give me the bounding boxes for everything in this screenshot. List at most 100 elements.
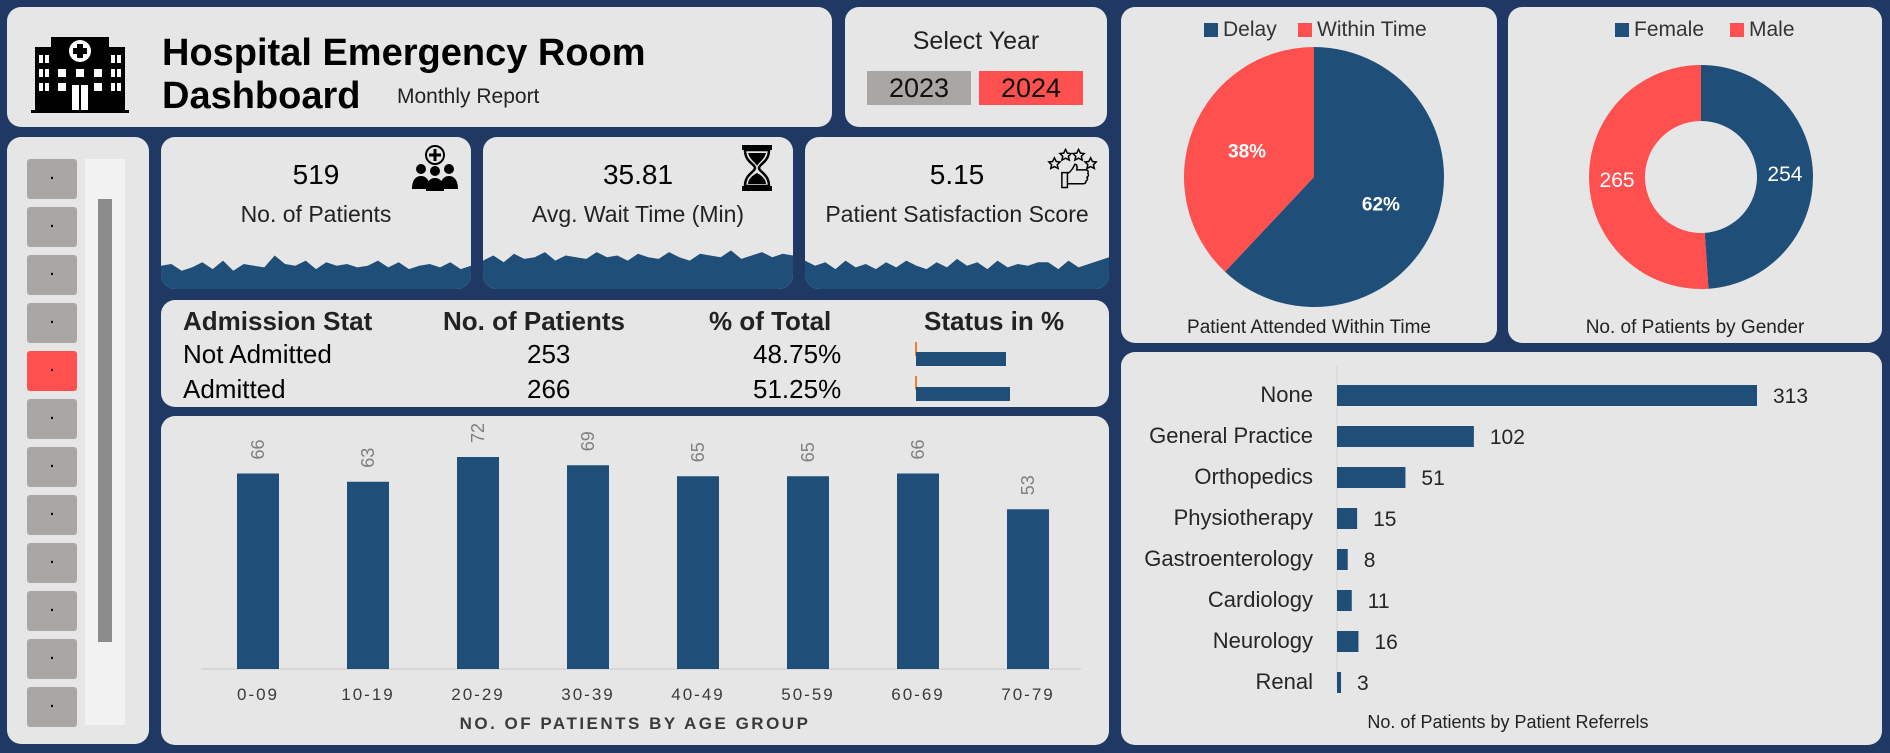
age-category-label: 10-19 — [341, 685, 394, 704]
pie-legend: Delay Within Time — [1204, 18, 1427, 41]
age-bar-70-79 — [1007, 509, 1049, 669]
referral-value-label: 16 — [1374, 631, 1397, 654]
month-slicer-item[interactable]: . — [27, 303, 77, 343]
kpi-wait-time-sparkline — [483, 250, 793, 289]
referral-category-label: Orthopedics — [1194, 464, 1313, 489]
referral-bar — [1337, 672, 1342, 693]
title-panel: Hospital Emergency Room Dashboard Monthl… — [7, 7, 832, 127]
attended-within-time-panel: Delay Within Time 62% 38% Patient Attende… — [1121, 7, 1497, 343]
referral-bar — [1337, 467, 1406, 488]
donut-chart-title: No. of Patients by Gender — [1586, 317, 1805, 338]
slice-value-label: 38% — [1228, 141, 1266, 162]
kpi-patients-sparkline-area — [161, 255, 471, 289]
patients-group-icon — [412, 145, 458, 191]
slice-value-label: 62% — [1362, 195, 1400, 216]
year-button-2023[interactable]: 2023 — [867, 71, 971, 105]
donut-legend: Female Male — [1615, 18, 1795, 41]
age-category-label: 40-49 — [671, 685, 724, 704]
age-bar-value-label: 72 — [468, 423, 488, 443]
age-bar-0-09 — [237, 473, 279, 669]
age-bar-50-59 — [787, 476, 829, 669]
referral-category-label: Cardiology — [1208, 587, 1313, 612]
referral-value-label: 8 — [1364, 549, 1376, 572]
kpi-patients-sparkline — [161, 255, 471, 289]
row-not-admitted-pct: 48.75% — [753, 339, 842, 369]
referral-category-label: General Practice — [1149, 423, 1313, 448]
row-not-admitted-databar — [916, 352, 1006, 366]
col-header-admission-status: Admission Stat — [183, 306, 373, 336]
age-category-label: 0-09 — [237, 685, 279, 704]
kpi-satisfaction-sparkline — [805, 257, 1109, 289]
slicer-scrollbar-thumb[interactable] — [98, 199, 112, 642]
patient-referrals-bar-chart: None 313 General Practice 102 Orthopedics 51 P… — [1144, 366, 1808, 732]
age-category-label: 60-69 — [891, 685, 944, 704]
kpi-patients-label: No. of Patients — [240, 201, 392, 227]
row-not-admitted-status: Not Admitted — [183, 339, 332, 369]
row-admitted-status: Admitted — [183, 374, 286, 404]
col-header-status-pct: Status in % — [924, 306, 1065, 336]
age-chart-title: NO. OF PATIENTS BY AGE GROUP — [460, 714, 811, 733]
kpi-card-satisfaction: 5.15 Patient Satisfaction Score — [805, 137, 1109, 289]
age-bar-value-label: 66 — [908, 439, 928, 459]
referrals-chart-title: No. of Patients by Patient Referrels — [1367, 712, 1648, 732]
pie-chart-title: Patient Attended Within Time — [1187, 317, 1431, 338]
referral-bar — [1337, 549, 1348, 570]
referral-value-label: 15 — [1373, 508, 1396, 531]
age-bar-60-69 — [897, 473, 939, 669]
kpi-wait-time-label: Avg. Wait Time (Min) — [531, 201, 745, 227]
month-slicer-item[interactable]: . — [27, 591, 77, 631]
month-slicer-item[interactable]: . — [27, 543, 77, 583]
legend-swatch-male — [1730, 23, 1744, 37]
age-bar-value-label: 65 — [688, 442, 708, 462]
month-slicer-item[interactable]: . — [27, 687, 77, 727]
patients-by-gender-panel: Female Male 254 265 No. of Patients by Ge… — [1508, 7, 1882, 343]
month-slicer-item[interactable]: . — [27, 207, 77, 247]
referral-bar — [1337, 508, 1358, 529]
year-selector-panel: Select Year 2023 2024 — [845, 7, 1107, 127]
year-button-2024[interactable]: 2024 — [979, 71, 1083, 105]
referral-bar — [1337, 631, 1359, 652]
month-slicer-item[interactable]: . — [27, 159, 77, 199]
row-not-admitted-patients: 253 — [527, 339, 571, 369]
kpi-satisfaction-label: Patient Satisfaction Score — [825, 201, 1089, 227]
age-category-label: 30-39 — [561, 685, 614, 704]
row-admitted-patients: 266 — [527, 374, 571, 404]
age-category-label: 50-59 — [781, 685, 834, 704]
month-slicer-item[interactable]: . — [27, 399, 77, 439]
legend-label-female: Female — [1634, 18, 1704, 41]
month-slicer-item[interactable]: . — [27, 447, 77, 487]
legend-swatch-within-time — [1298, 23, 1312, 37]
col-header-pct-total: % of Total — [709, 306, 832, 336]
legend-label-delay: Delay — [1223, 18, 1277, 41]
patient-referrals-panel: None 313 General Practice 102 Orthopedics 51 P… — [1121, 352, 1882, 745]
kpi-satisfaction-sparkline-area — [805, 257, 1109, 289]
col-header-patients: No. of Patients — [443, 306, 626, 336]
month-slicer: ............ — [7, 137, 149, 744]
patients-by-gender-donut-chart: Female Male 254 265 No. of Patients by Ge… — [1586, 18, 1813, 338]
month-slicer-item[interactable]: . — [27, 639, 77, 679]
age-bar-value-label: 65 — [798, 442, 818, 462]
referral-category-label: Neurology — [1213, 628, 1313, 653]
slice-value-label: 265 — [1600, 169, 1635, 192]
age-group-chart-panel: 66 0-09 63 10-19 72 20-29 69 30-39 65 40-49 65 50-5… — [161, 416, 1109, 745]
slice-value-label: 254 — [1767, 163, 1802, 186]
referral-category-label: Physiotherapy — [1174, 505, 1313, 530]
referral-bar — [1337, 385, 1757, 406]
referral-bar — [1337, 426, 1474, 447]
referral-value-label: 51 — [1421, 467, 1444, 490]
referral-value-label: 313 — [1773, 385, 1808, 408]
hourglass-icon — [742, 145, 772, 191]
row-admitted-pct: 51.25% — [753, 374, 842, 404]
legend-swatch-female — [1615, 23, 1629, 37]
kpi-card-patients: 519 No. of Patients — [161, 137, 471, 289]
legend-label-male: Male — [1749, 18, 1795, 41]
referral-category-label: Gastroenterology — [1144, 546, 1313, 571]
year-selector-label: Select Year — [912, 27, 1040, 55]
month-slicer-item[interactable]: . — [27, 255, 77, 295]
age-bar-value-label: 66 — [248, 439, 268, 459]
age-category-label: 20-29 — [451, 685, 504, 704]
attended-within-time-pie-chart: Delay Within Time 62% 38% Patient Attende… — [1184, 18, 1444, 338]
month-slicer-item[interactable]: . — [27, 495, 77, 535]
month-slicer-item[interactable]: . — [27, 351, 77, 391]
legend-swatch-delay — [1204, 23, 1218, 37]
